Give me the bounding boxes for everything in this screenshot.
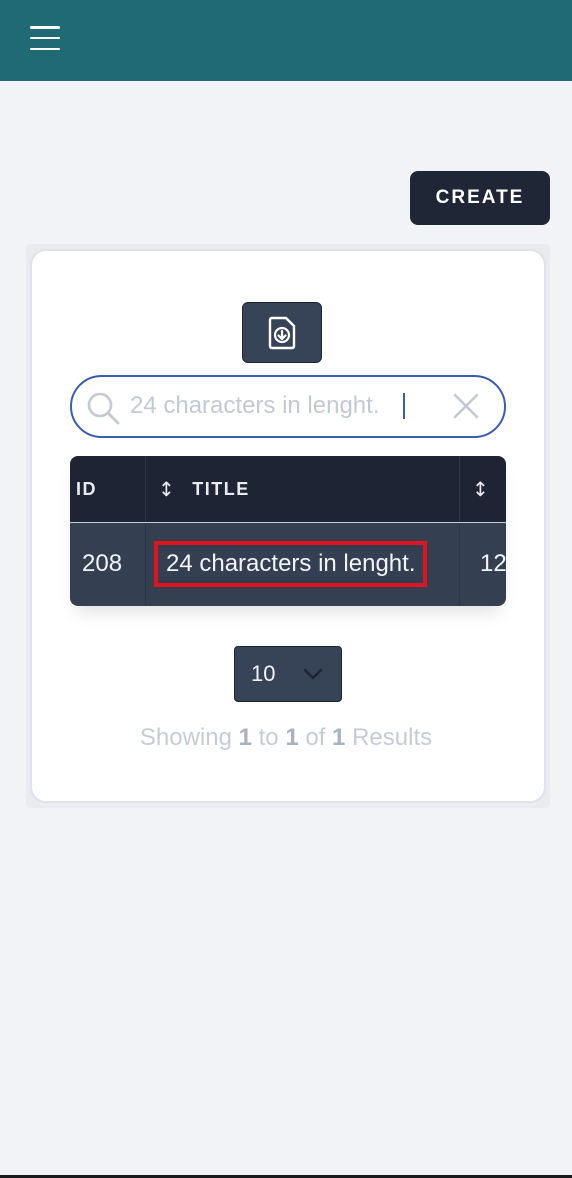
sort-arrows-icon[interactable]: ↕ <box>158 477 176 501</box>
highlighted-title: 24 characters in lenght. <box>154 541 428 587</box>
summary-from: 1 <box>238 724 252 751</box>
table-header: ID ↕ TITLE ↕ C <box>70 456 506 522</box>
cell-title: 24 characters in lenght. <box>146 523 460 605</box>
top-app-bar <box>0 0 572 81</box>
results-table: ID ↕ TITLE ↕ C 208 24 characters in leng… <box>70 456 506 606</box>
export-button[interactable] <box>242 302 322 363</box>
sort-arrows-icon[interactable]: ↕ <box>472 477 490 501</box>
summary-to-word: to <box>258 724 279 751</box>
table-row[interactable]: 208 24 characters in lenght. 12 <box>70 522 506 606</box>
column-header-id: ID <box>70 456 146 522</box>
search-input[interactable] <box>130 387 430 425</box>
column-header-next[interactable]: ↕ C <box>460 456 506 522</box>
column-header-label: TITLE <box>192 478 250 499</box>
page-size-select[interactable]: 10 <box>234 646 342 702</box>
file-download-icon <box>268 316 296 349</box>
summary-suffix: Results <box>352 724 433 751</box>
column-header-title[interactable]: ↕ TITLE <box>146 456 460 522</box>
search-icon <box>87 392 120 425</box>
search-box[interactable] <box>70 375 506 438</box>
close-icon[interactable] <box>452 392 480 420</box>
hamburger-menu-icon[interactable] <box>28 24 62 52</box>
page-size-value: 10 <box>251 661 276 686</box>
cell-id: 208 <box>70 523 146 605</box>
chevron-down-icon <box>303 668 323 680</box>
summary-prefix: Showing <box>139 724 232 751</box>
results-summary: Showing 1 to 1 of 1 Results <box>0 724 572 752</box>
column-header-label: ID <box>76 478 97 499</box>
summary-to: 1 <box>285 724 299 751</box>
cell-next: 12 <box>480 550 506 577</box>
summary-total: 1 <box>332 724 346 751</box>
create-button[interactable]: CREATE <box>410 171 550 225</box>
text-caret <box>403 393 405 419</box>
summary-of-word: of <box>305 724 326 751</box>
